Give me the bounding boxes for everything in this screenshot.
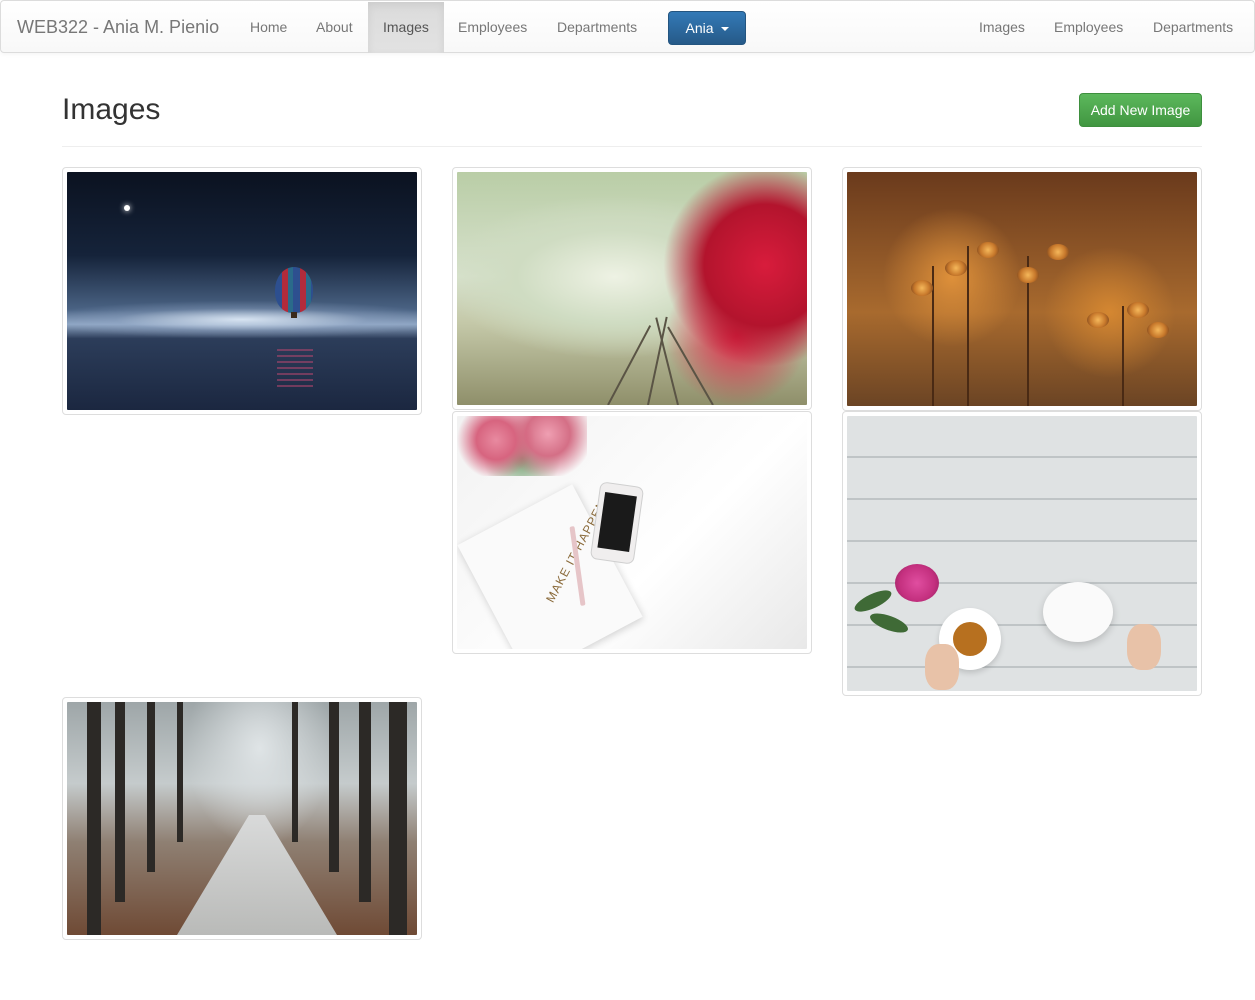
gallery-thumbnail-3[interactable] (842, 167, 1202, 411)
moon-shape (124, 205, 130, 211)
nav-right-departments[interactable]: Departments (1138, 2, 1248, 53)
tree-shape (87, 702, 101, 935)
gallery-thumbnail-6[interactable] (62, 697, 422, 940)
user-name: Ania (685, 20, 714, 36)
add-new-image-button[interactable]: Add New Image (1079, 93, 1202, 127)
hot-air-balloon-shape (275, 267, 313, 313)
balloon-night-image (67, 172, 417, 410)
leaf-shape (867, 609, 911, 637)
caret-down-icon (720, 27, 729, 32)
tree-shape (147, 702, 155, 872)
balloon-basket-shape (291, 312, 297, 318)
header-divider (62, 146, 1202, 147)
gallery-thumbnail-4[interactable]: MAKE IT HAPPEN (452, 411, 812, 654)
forest-road-image (67, 702, 417, 935)
page-title: Images (62, 93, 161, 126)
peony-shape (895, 564, 939, 602)
stem-shape (1122, 306, 1124, 406)
brand-link[interactable]: WEB322 - Ania M. Pienio (17, 1, 219, 54)
phone-shape (589, 481, 645, 565)
bloom-shape (1127, 302, 1149, 318)
tree-shape (292, 702, 298, 842)
rail-shape (655, 317, 679, 405)
foggy-tracks-image (457, 172, 807, 405)
nav-images[interactable]: Images (368, 2, 444, 53)
nav-departments[interactable]: Departments (542, 2, 652, 53)
nav-right-employees[interactable]: Employees (1039, 2, 1138, 53)
tree-shape (389, 702, 407, 935)
balloon-reflection-shape (277, 347, 313, 387)
golden-flowers-image (847, 172, 1197, 406)
nav-right-images[interactable]: Images (964, 2, 1040, 53)
teapot-shape (1043, 582, 1113, 642)
nav-home[interactable]: Home (235, 2, 302, 53)
gallery-thumbnail-1[interactable] (62, 167, 422, 415)
hand-shape (1127, 624, 1161, 670)
navbar: WEB322 - Ania M. Pienio Home About Image… (0, 0, 1255, 53)
gallery-thumbnail-2[interactable] (452, 167, 812, 410)
bloom-shape (911, 280, 933, 296)
bloom-shape (1047, 244, 1069, 260)
tree-shape (177, 702, 183, 842)
gallery-thumbnail-5[interactable] (842, 411, 1202, 696)
user-dropdown-button[interactable]: Ania (668, 11, 746, 45)
leaf-shape (851, 586, 895, 616)
bloom-shape (945, 260, 967, 276)
tree-shape (359, 702, 371, 902)
hand-shape (925, 644, 959, 690)
bloom-shape (977, 242, 999, 258)
tulips-shape (457, 416, 587, 476)
bloom-shape (1017, 267, 1039, 283)
road-shape (177, 815, 337, 935)
stem-shape (967, 246, 969, 406)
bloom-shape (1147, 322, 1169, 338)
bloom-shape (1087, 312, 1109, 328)
tree-shape (115, 702, 125, 902)
tea-planks-image (847, 416, 1197, 691)
tree-shape (329, 702, 339, 872)
nav-about[interactable]: About (301, 2, 368, 53)
desk-flatlay-image: MAKE IT HAPPEN (457, 416, 807, 649)
nav-employees[interactable]: Employees (443, 2, 542, 53)
rail-shape (607, 325, 652, 405)
